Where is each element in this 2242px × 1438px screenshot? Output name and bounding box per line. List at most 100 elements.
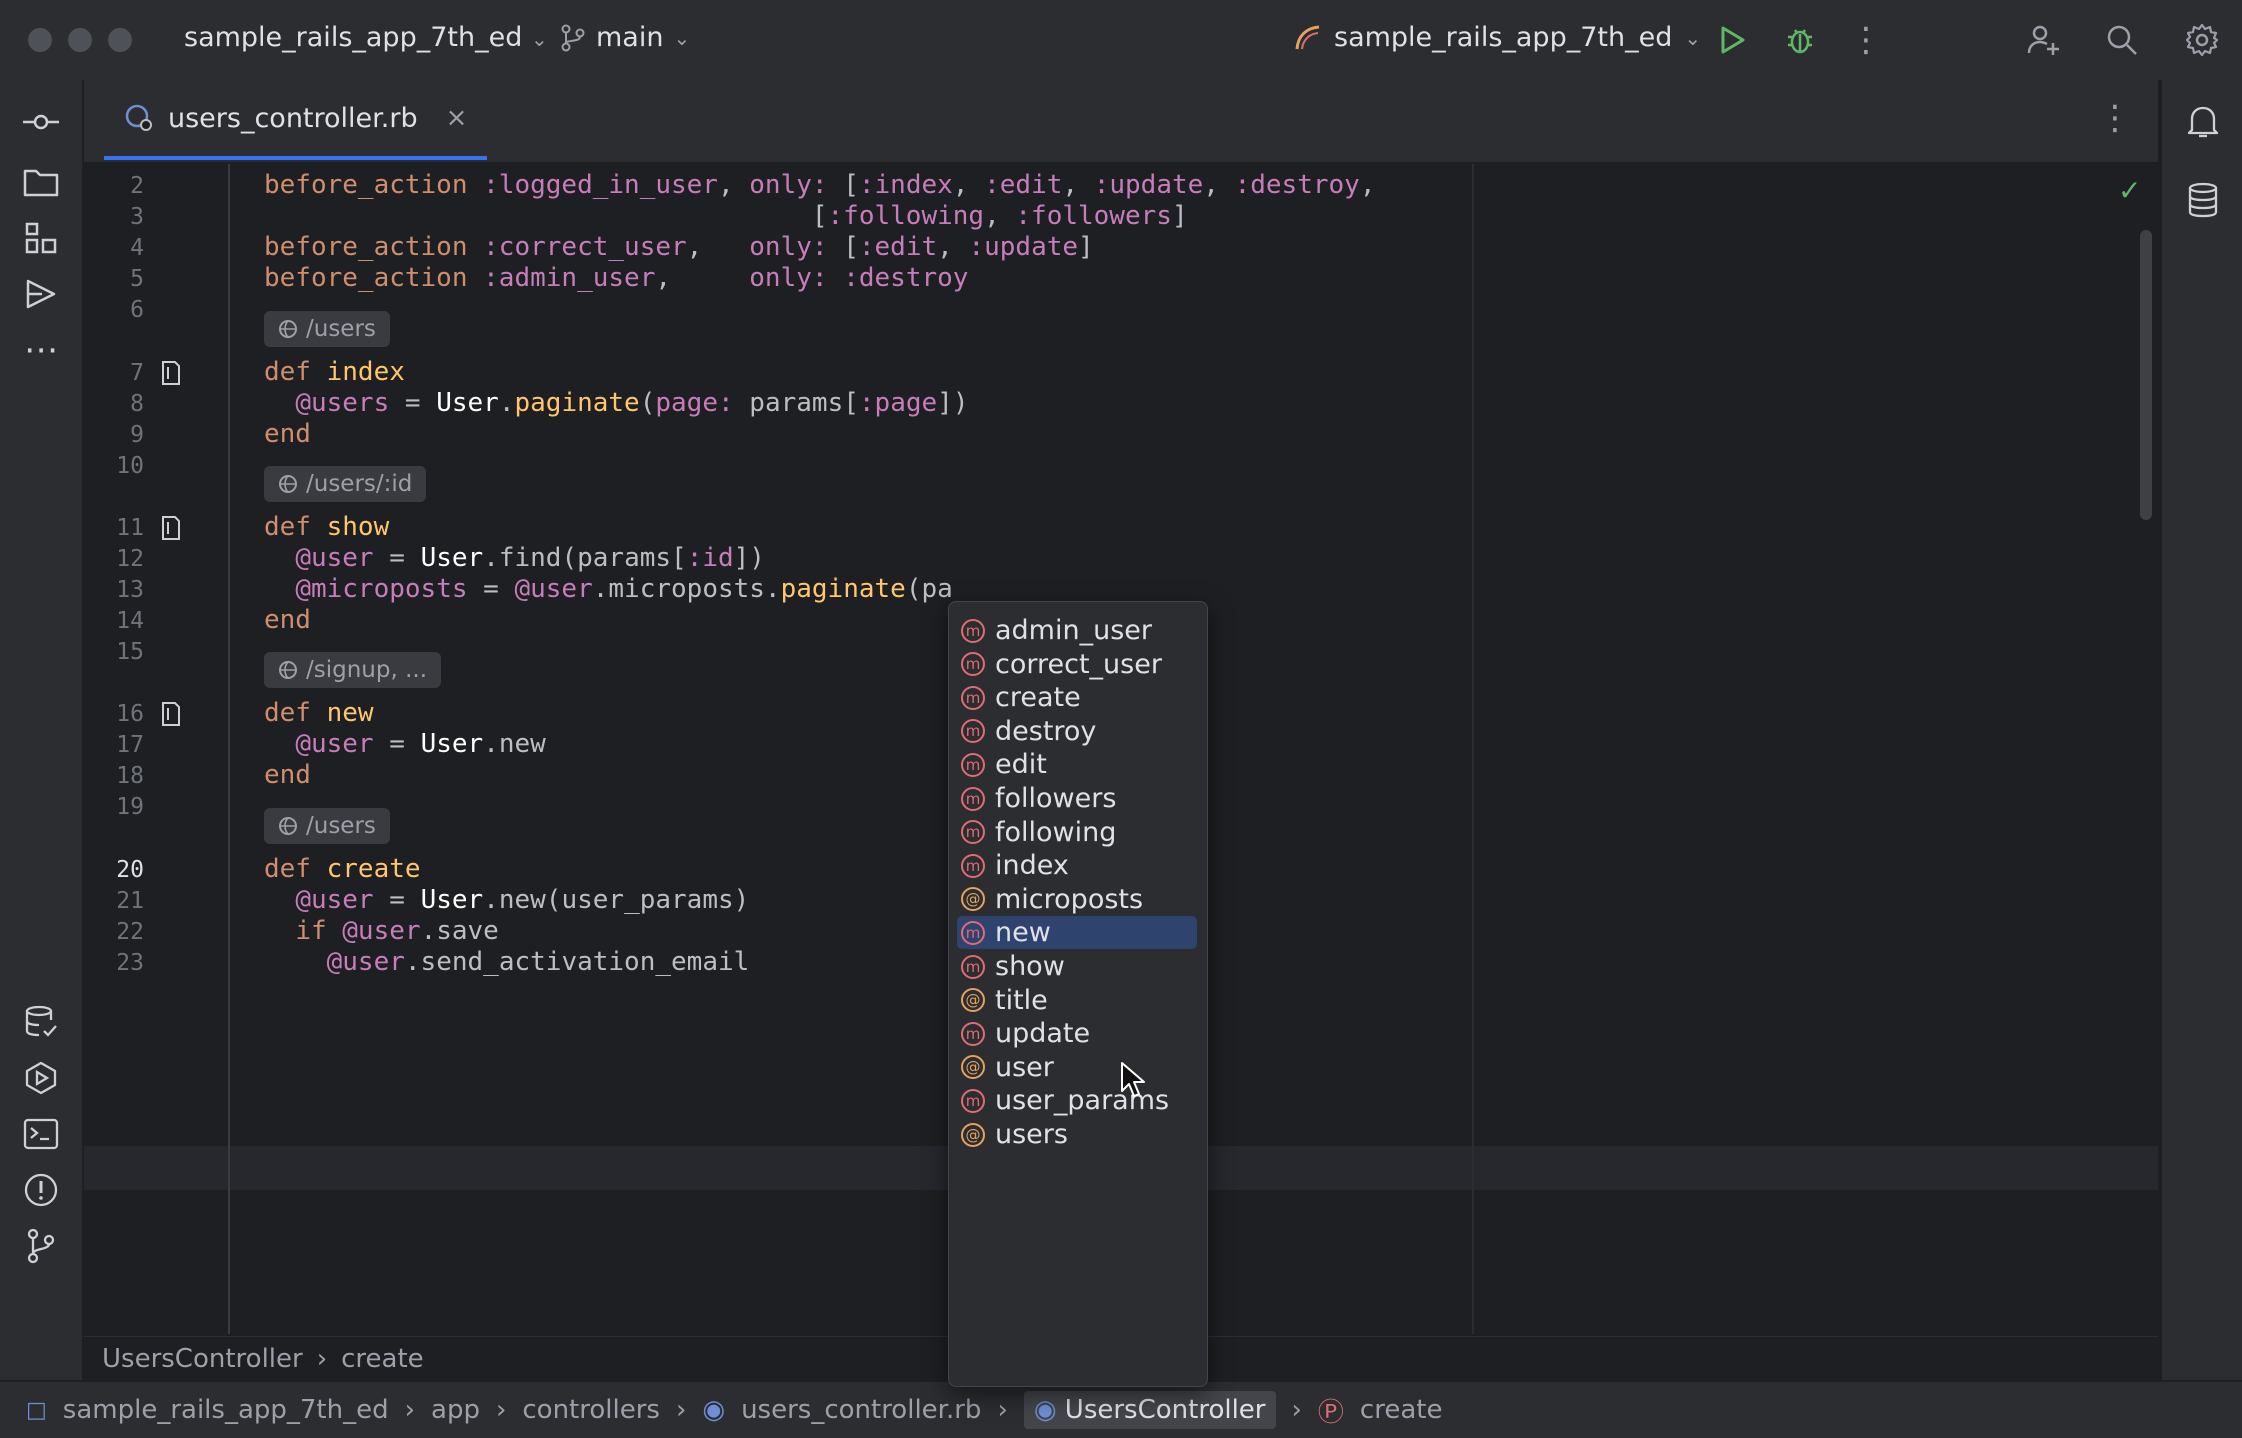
code-line: @user = User.find(params[:id]) — [264, 543, 765, 573]
completion-item[interactable]: m following — [957, 816, 1197, 849]
branch-selector[interactable]: main ⌄ — [560, 22, 690, 53]
line-number: 16 — [116, 701, 144, 727]
completion-item[interactable]: m destroy — [957, 715, 1197, 748]
code-token: end — [264, 605, 311, 635]
git-tool-button[interactable] — [17, 1222, 65, 1270]
status-bar: □ sample_rails_app_7th_ed › app › contro… — [0, 1380, 2242, 1438]
route-hint[interactable]: /users/:id — [264, 466, 427, 502]
view-template-icon[interactable] — [160, 514, 182, 542]
completion-item[interactable]: m update — [957, 1017, 1197, 1050]
database-changes-tool-button[interactable] — [17, 998, 65, 1046]
code-token: , — [717, 170, 750, 200]
database-icon — [2188, 182, 2218, 218]
route-path: /users — [306, 813, 376, 839]
completion-item[interactable]: m show — [957, 950, 1197, 983]
code-token: params[ — [733, 388, 859, 418]
vertical-scrollbar[interactable] — [2140, 230, 2152, 520]
status-controllers[interactable]: controllers — [522, 1395, 660, 1425]
tab-more-vertical-icon[interactable]: ⋮ — [2098, 98, 2132, 138]
line-number: 12 — [116, 546, 144, 572]
run-button[interactable] — [1708, 16, 1756, 64]
more-horizontal-icon[interactable]: ⋯ — [17, 326, 65, 374]
completion-item[interactable]: m followers — [957, 782, 1197, 815]
notifications-button[interactable] — [2179, 98, 2227, 146]
completion-item[interactable]: @ title — [957, 984, 1197, 1017]
add-user-icon — [2027, 25, 2059, 55]
code-token: @user — [295, 729, 374, 759]
services-tool-button[interactable] — [17, 1054, 65, 1102]
route-hint[interactable]: /users — [264, 311, 390, 347]
terminal-tool-button[interactable] — [17, 1110, 65, 1158]
routes-tool-button[interactable] — [17, 270, 65, 318]
route-icon — [26, 279, 56, 309]
code-token: , — [937, 232, 969, 262]
completion-item[interactable]: m edit — [957, 748, 1197, 781]
code-token: def — [264, 512, 311, 542]
tab-close-icon[interactable]: × — [446, 103, 468, 133]
status-class[interactable]: ◉ UsersController — [1023, 1391, 1276, 1429]
code-token: only: — [749, 232, 828, 262]
window-minimize-button[interactable] — [68, 28, 92, 52]
code-token: :correct_user — [483, 232, 687, 262]
code-token: .microposts. — [592, 574, 781, 604]
route-path: /signup, ... — [306, 657, 428, 683]
debug-button[interactable] — [1776, 16, 1824, 64]
status-app[interactable]: app — [431, 1395, 480, 1425]
code-token: :update — [1093, 170, 1204, 200]
completion-item[interactable]: @ user — [957, 1051, 1197, 1084]
code-token: ] — [1171, 201, 1188, 231]
code-token: @user — [342, 916, 421, 946]
breadcrumb-method[interactable]: create — [341, 1344, 424, 1374]
completion-item[interactable]: m admin_user — [957, 614, 1197, 647]
completion-item[interactable]: @ microposts — [957, 883, 1197, 916]
code-token: before_action — [264, 170, 468, 200]
code-token: :page — [858, 388, 938, 418]
chevron-down-icon: ⌄ — [1684, 25, 1702, 50]
completion-item[interactable]: @ users — [957, 1118, 1197, 1151]
settings-button[interactable] — [2178, 16, 2226, 64]
completion-label: followers — [995, 783, 1117, 814]
completion-label: following — [995, 816, 1117, 848]
tab-users-controller[interactable]: users_controller.rb × — [104, 80, 488, 160]
status-method[interactable]: create — [1360, 1395, 1443, 1425]
completion-item[interactable]: m create — [957, 681, 1197, 714]
completion-item[interactable]: m correct_user — [957, 648, 1197, 681]
route-hint[interactable]: /signup, ... — [264, 652, 442, 688]
code-token: , — [686, 232, 750, 262]
database-tool-button[interactable] — [2179, 176, 2227, 224]
commit-tool-button[interactable] — [17, 98, 65, 146]
method-icon: m — [961, 853, 985, 878]
view-template-icon[interactable] — [160, 700, 182, 728]
line-number: 8 — [130, 391, 144, 417]
status-file[interactable]: users_controller.rb — [741, 1395, 981, 1425]
project-selector[interactable]: sample_rails_app_7th_ed ⌄ — [184, 22, 548, 53]
code-token: , — [952, 170, 985, 200]
code-token: paginate — [514, 388, 640, 418]
module-square-icon: □ — [26, 1397, 47, 1423]
completion-item[interactable]: m new — [957, 916, 1197, 950]
search-button[interactable] — [2098, 16, 2146, 64]
view-template-icon[interactable] — [160, 359, 182, 387]
line-number: 17 — [116, 732, 144, 758]
code-token: @microposts — [295, 574, 468, 604]
completion-item[interactable]: m user_params — [957, 1084, 1197, 1117]
method-icon: m — [961, 719, 985, 744]
run-config-selector[interactable]: sample_rails_app_7th_ed ⌄ — [1294, 22, 1701, 53]
breadcrumb-class[interactable]: UsersController — [102, 1344, 303, 1374]
window-zoom-button[interactable] — [108, 28, 132, 52]
more-vertical-icon[interactable]: ⋮ — [1842, 16, 1890, 64]
status-project[interactable]: sample_rails_app_7th_ed — [63, 1395, 389, 1425]
code-token: ]) — [937, 388, 969, 418]
window-close-button[interactable] — [28, 28, 52, 52]
completion-label: users — [995, 1119, 1068, 1150]
structure-tool-button[interactable] — [17, 214, 65, 262]
route-hint[interactable]: /users — [264, 808, 390, 844]
project-tool-button[interactable] — [17, 158, 65, 206]
line-number: 10 — [116, 453, 144, 479]
add-user-button[interactable] — [2020, 16, 2068, 64]
completion-item[interactable]: m index — [957, 849, 1197, 882]
commit-icon — [23, 114, 59, 130]
problems-tool-button[interactable] — [17, 1166, 65, 1214]
